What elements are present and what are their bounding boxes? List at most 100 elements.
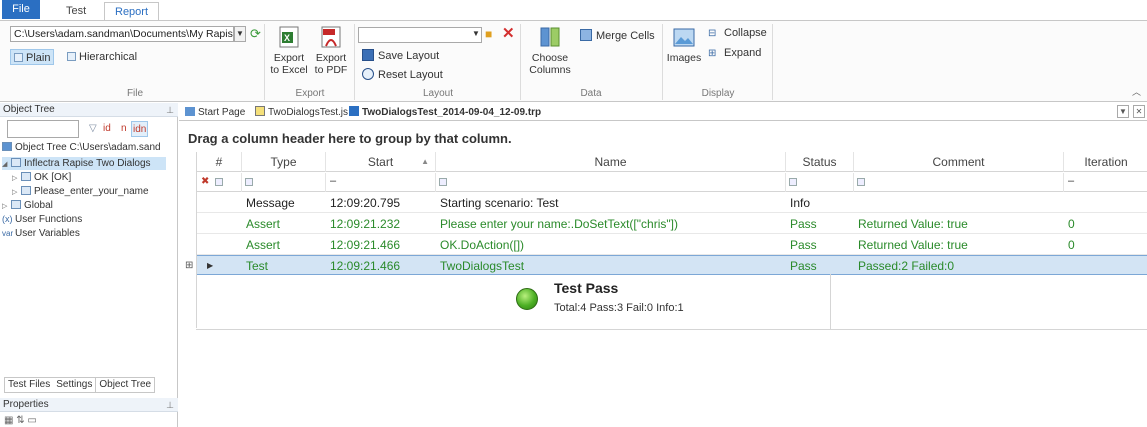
folder-open-icon[interactable]: ■	[485, 27, 492, 41]
reset-layout-button[interactable]: Reset Layout	[362, 68, 443, 82]
filter-operator-icon[interactable]	[857, 178, 865, 186]
images-button[interactable]: Images	[666, 26, 702, 64]
filter-operator-icon[interactable]	[439, 178, 447, 186]
cell-comment: Returned Value: true	[858, 217, 968, 231]
merge-cells-button[interactable]: Merge Cells	[580, 29, 655, 43]
cell-iteration: 0	[1068, 217, 1075, 231]
categorized-icon[interactable]: ▦	[4, 415, 13, 426]
choose-columns-button[interactable]: Choose Columns	[528, 26, 572, 76]
document-tabs: Start Page TwoDialogsTest.js TwoDialogsT…	[179, 103, 1147, 121]
expand-arrow-icon: ▷	[12, 175, 18, 182]
doc-tab-label: TwoDialogsTest.js	[268, 107, 349, 118]
tab-report[interactable]: Report	[104, 2, 160, 20]
doc-tab-label: Start Page	[198, 107, 246, 118]
pin-icon[interactable]: ⊥	[166, 398, 174, 412]
cell-type: Message	[246, 196, 295, 210]
column-header-comment[interactable]: Comment	[854, 152, 1064, 172]
script-file-icon	[255, 106, 265, 116]
clear-filter-icon[interactable]: ✖	[201, 176, 209, 187]
tree-item-ok[interactable]: ▷ OK [OK]	[12, 171, 71, 184]
collapse-button[interactable]: ⊟ Collapse	[708, 26, 767, 41]
global-icon	[11, 200, 21, 209]
column-header-num[interactable]: #	[197, 152, 242, 172]
doc-tab-start-page[interactable]: Start Page	[185, 105, 245, 120]
save-layout-button[interactable]: Save Layout	[362, 49, 439, 63]
filter-operator-icon[interactable]	[215, 178, 223, 186]
tab-test[interactable]: Test	[56, 2, 96, 20]
sort-alpha-icon[interactable]: ⇅	[16, 415, 24, 426]
tree-root[interactable]: Object Tree C:\Users\adam.sand	[2, 141, 161, 154]
column-header-type[interactable]: Type	[242, 152, 326, 172]
collapse-label: Collapse	[724, 27, 767, 39]
tree-item-label: Global	[24, 200, 53, 211]
refresh-icon[interactable]: ⟳	[250, 27, 261, 41]
filter-icon[interactable]: ▽	[89, 121, 97, 137]
export-group-caption: Export	[295, 88, 325, 99]
layout-dropdown-button[interactable]: ▼	[470, 27, 482, 43]
test-summary: Test Pass Total:4 Pass:3 Fail:0 Info:1	[196, 274, 1147, 330]
filter-cell-iteration[interactable]: –	[1064, 173, 1147, 192]
tree-item-user-functions[interactable]: (x) User Functions	[2, 213, 82, 226]
tree-item-label: User Variables	[15, 228, 80, 239]
summary-divider	[830, 274, 831, 330]
property-pages-icon[interactable]: ▭	[27, 415, 36, 426]
file-group-caption: File	[126, 88, 144, 99]
display-group-caption: Display	[701, 88, 735, 99]
tab-file[interactable]: File	[2, 0, 40, 19]
tab-settings[interactable]: Settings	[53, 378, 95, 392]
doc-tab-report[interactable]: TwoDialogsTest_2014-09-04_12-09.trp	[349, 105, 541, 120]
ribbon-tabbar: File Test Report	[0, 0, 1147, 20]
delete-layout-icon[interactable]: ✕	[502, 24, 515, 42]
filter-operator-icon[interactable]	[789, 178, 797, 186]
object-tree-filter-input[interactable]	[7, 120, 79, 138]
doc-list-dropdown[interactable]: ▼	[1117, 105, 1129, 118]
plain-view-toggle[interactable]: Plain	[10, 49, 55, 65]
table-row[interactable]: Message 12:09:20.795 Starting scenario: …	[197, 193, 1147, 213]
export-excel-button[interactable]: X Export to Excel	[270, 26, 308, 76]
tree-item-user-variables[interactable]: var User Variables	[2, 227, 80, 240]
tree-item-name-field[interactable]: ▷ Please_enter_your_name	[12, 185, 149, 198]
expand-button[interactable]: ⊞ Expand	[708, 46, 761, 61]
tree-item-two-dialogs[interactable]: ◢ Inflectra Rapise Two Dialogs	[2, 157, 166, 170]
export-pdf-label-1: Export	[315, 52, 347, 64]
column-header-status[interactable]: Status	[786, 152, 854, 172]
rapise-window: File Test Report C:\Users\adam.sandman\D…	[0, 0, 1147, 427]
minimize-ribbon-icon[interactable]: ︿	[1132, 85, 1141, 98]
filter-cell-comment[interactable]	[854, 173, 1064, 192]
expand-row-icon[interactable]: ⊞	[185, 261, 193, 271]
pin-icon[interactable]: ⊥	[166, 103, 174, 117]
table-row[interactable]: Assert 12:09:21.232 Please enter your na…	[197, 214, 1147, 234]
filter-cell-type[interactable]	[242, 173, 326, 192]
cell-status: Pass	[790, 259, 817, 273]
expand-icon: ⊞	[708, 48, 717, 59]
cell-start: 12:09:21.466	[330, 259, 401, 273]
filter-cell-num[interactable]: ✖	[197, 173, 242, 192]
path-dropdown-button[interactable]: ▼	[234, 26, 246, 42]
ribbon-separator	[264, 24, 265, 100]
filter-n-button[interactable]: n	[121, 121, 127, 137]
doc-tab-script[interactable]: TwoDialogsTest.js	[255, 105, 348, 120]
filter-cell-name[interactable]	[436, 173, 786, 192]
close-doc-icon[interactable]: ✕	[1133, 105, 1145, 118]
columns-icon	[540, 27, 560, 47]
column-header-iteration[interactable]: Iteration	[1064, 152, 1147, 172]
report-path-combo[interactable]: C:\Users\adam.sandman\Documents\My Rapis	[10, 26, 234, 42]
column-header-name[interactable]: Name	[436, 152, 786, 172]
tab-object-tree[interactable]: Object Tree	[95, 378, 155, 392]
report-file-icon	[349, 106, 359, 116]
hierarchical-view-toggle[interactable]: Hierarchical	[64, 49, 140, 65]
filter-operator-icon[interactable]	[245, 178, 253, 186]
table-row[interactable]: ⊞ ▶ Test 12:09:21.466 TwoDialogsTest Pas…	[185, 255, 1147, 275]
layout-combo[interactable]	[358, 27, 482, 43]
ribbon-separator	[520, 24, 521, 100]
filter-cell-start[interactable]: –	[326, 173, 436, 192]
group-by-hint[interactable]: Drag a column header here to group by th…	[188, 131, 512, 146]
tree-item-global[interactable]: ▷ Global	[2, 199, 53, 212]
column-header-start[interactable]: Start ▲	[326, 152, 436, 172]
filter-id-button[interactable]: id	[103, 121, 111, 137]
export-pdf-button[interactable]: Export to PDF	[312, 26, 350, 76]
table-row[interactable]: Assert 12:09:21.466 OK.DoAction([]) Pass…	[197, 235, 1147, 255]
filter-cell-status[interactable]	[786, 173, 854, 192]
filter-idn-button[interactable]: idn	[131, 121, 149, 137]
tab-test-files[interactable]: Test Files	[5, 378, 53, 392]
